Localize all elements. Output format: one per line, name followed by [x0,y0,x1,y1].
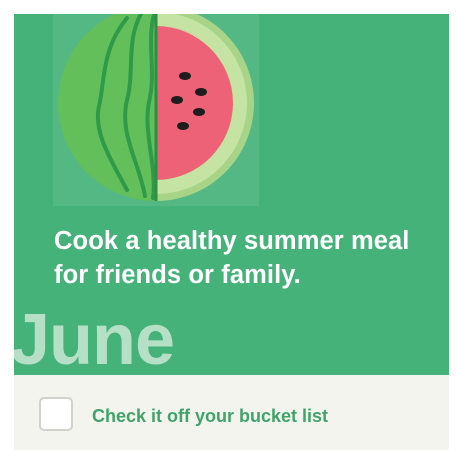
month-label: June [14,300,175,375]
card-hero: Cook a healthy summer meal for friends o… [14,14,449,375]
bucket-list-card: Cook a healthy summer meal for friends o… [14,14,449,450]
watermelon-slice-icon [58,14,254,201]
page: Cook a healthy summer meal for friends o… [0,0,456,451]
card-footer: Check it off your bucket list [14,375,449,450]
card-headline: Cook a healthy summer meal for friends o… [54,227,410,289]
checkbox-label[interactable]: Check it off your bucket list [92,405,328,427]
bucket-list-checkbox[interactable] [39,397,73,431]
